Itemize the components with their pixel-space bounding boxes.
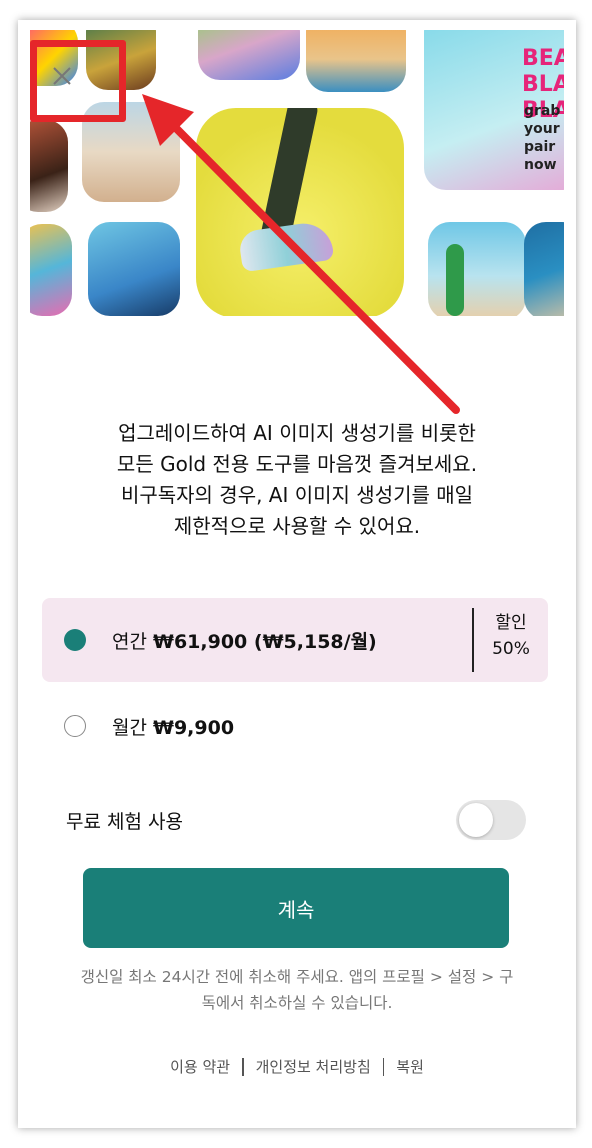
arrow-annotation [142, 94, 460, 414]
